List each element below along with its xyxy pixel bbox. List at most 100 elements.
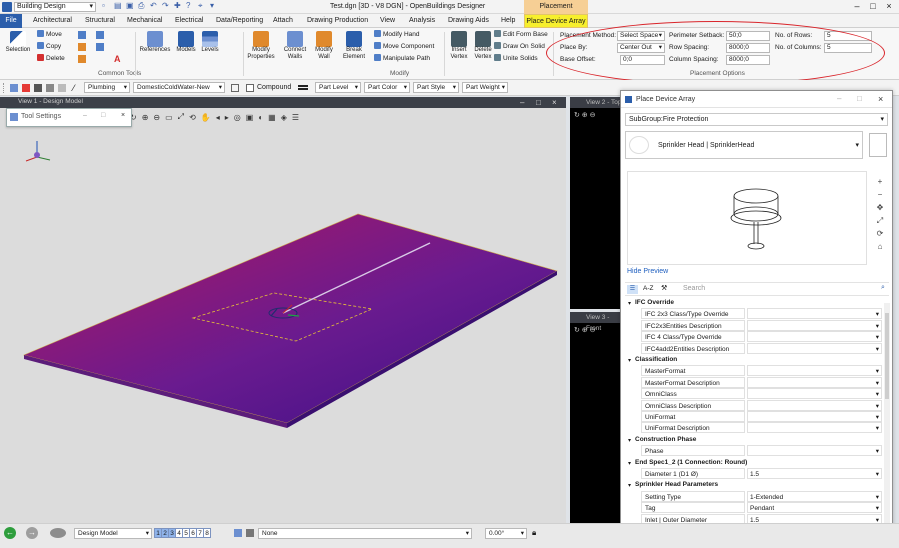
print-icon[interactable]: ⎙ [138, 1, 144, 11]
toolbox-icon[interactable]: ✚ [174, 1, 181, 10]
model-select[interactable]: Design Model [74, 528, 152, 539]
level-icon[interactable] [10, 84, 18, 92]
save-icon[interactable]: ▣ [126, 1, 134, 10]
tool-settings-close-icon[interactable]: × [121, 112, 125, 119]
dropdown-icon[interactable]: ▾ [210, 1, 214, 10]
help-icon[interactable]: ? [186, 1, 190, 10]
discipline-select[interactable]: Plumbing [84, 82, 130, 93]
property-value[interactable] [747, 331, 882, 343]
draw-on-solid-button[interactable]: Draw On Solid [494, 42, 545, 51]
device-select[interactable]: Sprinkler Head | SprinklerHead ▾ [625, 131, 863, 159]
dialog-maximize-icon[interactable]: □ [857, 94, 862, 103]
property-value[interactable] [747, 308, 882, 320]
property-value[interactable] [747, 376, 882, 389]
categorized-icon[interactable]: ☰ [627, 285, 638, 294]
tab-structural[interactable]: Structural [82, 14, 118, 28]
property-value[interactable] [747, 399, 882, 412]
view-3-front[interactable]: View 3 - Front ↻ ⊕ ⊖ [570, 312, 622, 523]
section-header[interactable]: IFC Override [627, 297, 885, 308]
workspace-select[interactable]: Building Design [14, 2, 96, 12]
active-level-select[interactable]: None [258, 528, 472, 539]
search-icon[interactable]: ⌕ [881, 284, 885, 292]
section-header[interactable]: Classification [627, 354, 885, 365]
view-2-tools[interactable]: ↻ ⊕ ⊖ [574, 111, 596, 119]
scale-icon[interactable] [78, 43, 86, 51]
property-value[interactable] [747, 411, 882, 423]
section-header[interactable]: Construction Phase [627, 434, 885, 445]
tool-settings-dialog[interactable]: Tool Settings – □ × [6, 108, 132, 127]
active-level-icon[interactable] [246, 529, 254, 537]
selection-button[interactable]: Selection [4, 31, 32, 54]
snap-icon[interactable] [231, 84, 239, 92]
new-file-icon[interactable]: ▫ [102, 1, 105, 10]
level-display-icon[interactable] [234, 529, 242, 537]
tab-mechanical[interactable]: Mechanical [124, 14, 165, 28]
zoom-in-icon[interactable]: + [873, 175, 887, 188]
view-1-design-model[interactable]: View 1 - Design Model – □ × ↻ ⊕ ⊖ ▭ ⤢ ⟲ ✋ ◂ ▸ ◎ ▣ ◐… [0, 97, 566, 523]
part-weight-select[interactable]: Part Weight [462, 82, 508, 93]
search-input[interactable]: Search [683, 285, 881, 292]
alphabetical-icon[interactable]: A-Z [643, 285, 653, 292]
back-icon[interactable]: ← [4, 527, 16, 539]
text-icon[interactable]: A [114, 55, 122, 64]
minimize-icon[interactable]: – [850, 1, 864, 11]
property-scrollbar[interactable] [884, 303, 890, 543]
pan-icon[interactable]: ✥ [873, 201, 887, 214]
mirror-icon[interactable] [78, 55, 86, 63]
property-value[interactable]: Pendant [747, 502, 882, 514]
part-color-select[interactable]: Part Color [364, 82, 410, 93]
dialog-close-icon[interactable]: × [878, 94, 883, 104]
tab-electrical[interactable]: Electrical [172, 14, 206, 28]
place-device-array-dialog[interactable]: Place Device Array – □ × SubGroup:Fire P… [620, 90, 893, 545]
tab-analysis[interactable]: Analysis [406, 14, 438, 28]
modify-properties-button[interactable]: Modify Properties [246, 31, 276, 61]
tools-icon[interactable]: ⚒ [661, 284, 667, 292]
move-component-button[interactable]: Move Component [374, 42, 434, 51]
tab-file[interactable]: File [0, 14, 22, 28]
view-8-button[interactable]: 8 [203, 528, 211, 538]
move-button[interactable]: Move [37, 30, 62, 39]
reset-icon[interactable]: ⌂ [873, 240, 887, 253]
modify-wall-button[interactable]: Modify Wall [310, 31, 338, 61]
property-value[interactable] [747, 342, 882, 355]
fit-icon[interactable]: ⤢ [873, 214, 887, 227]
tab-data-reporting[interactable]: Data/Reporting [213, 14, 266, 28]
part-level-select[interactable]: Part Level [315, 82, 361, 93]
tab-place-device-array[interactable]: Place Device Array [524, 14, 588, 28]
copy-button[interactable]: Copy [37, 42, 61, 51]
zoom-out-icon[interactable]: − [873, 188, 887, 201]
view-3-tools[interactable]: ↻ ⊕ ⊖ [574, 326, 596, 334]
property-value[interactable]: 1-Extended [747, 490, 882, 503]
pipe-tool-icon[interactable]: ⁄ [73, 83, 75, 93]
levels-button[interactable]: Levels [199, 31, 221, 54]
tab-attach[interactable]: Attach [270, 14, 296, 28]
hide-preview-link[interactable]: Hide Preview [627, 268, 668, 275]
delete-vertex-button[interactable]: Delete Vertex [471, 31, 495, 61]
section-header[interactable]: End Spec1_2 (1 Connection: Round) [627, 457, 885, 468]
view-2-top[interactable]: View 2 - Top ↻ ⊕ ⊖ [570, 97, 622, 309]
property-value[interactable] [747, 319, 882, 332]
modify-hand-button[interactable]: Modify Hand [374, 30, 420, 39]
angle-select[interactable]: 0.00° [485, 528, 527, 539]
property-value[interactable] [747, 445, 882, 457]
place-device-icon[interactable] [869, 133, 887, 157]
pin-icon[interactable]: ⌖ [198, 1, 203, 11]
subgroup-select[interactable]: SubGroup:Fire Protection ▾ [625, 113, 888, 126]
array-icon[interactable] [96, 31, 104, 39]
references-button[interactable]: References [138, 31, 172, 54]
property-value[interactable]: 1.5 [747, 468, 882, 480]
forward-icon[interactable]: → [26, 527, 38, 539]
property-value[interactable] [747, 365, 882, 377]
lock-icon[interactable]: 🔒︎ [532, 528, 536, 538]
color-icon[interactable] [22, 84, 30, 92]
style-icon[interactable] [34, 84, 42, 92]
dialog-minimize-icon[interactable]: – [837, 94, 841, 103]
part-style-select[interactable]: Part Style [413, 82, 459, 93]
redo-icon[interactable]: ↷ [162, 1, 169, 10]
compound-checkbox[interactable] [246, 84, 254, 92]
scrollbar-thumb[interactable] [885, 313, 889, 399]
line-weight-icon[interactable] [298, 85, 308, 90]
edit-form-base-button[interactable]: Edit Form Base [494, 30, 548, 39]
tab-architectural[interactable]: Architectural [30, 14, 75, 28]
open-icon[interactable]: ▤ [114, 1, 122, 10]
